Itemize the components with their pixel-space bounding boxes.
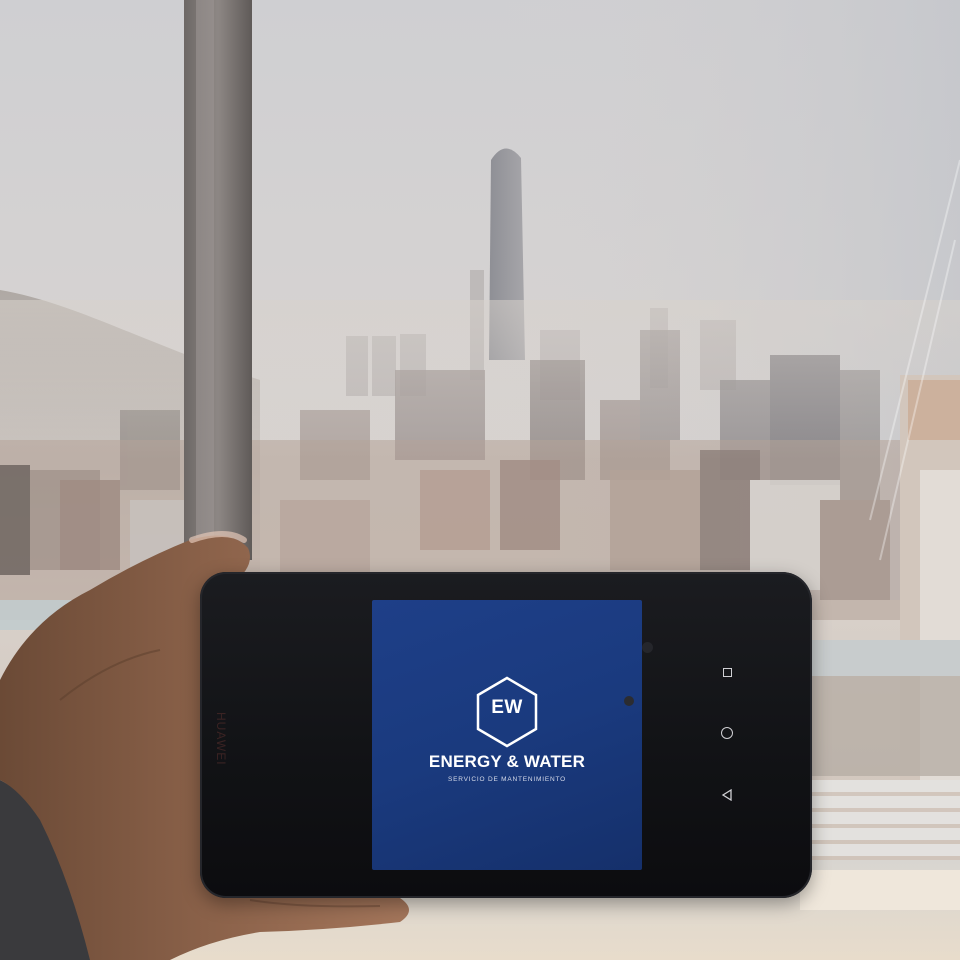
recent-apps-button[interactable] [716, 661, 738, 683]
photo-scene: HUAWEI EW ENERGY & WATER SERVICIO DE MAN… [0, 0, 960, 960]
logo-initials: EW [491, 697, 523, 718]
triangle-back-icon [721, 789, 732, 801]
square-icon [722, 667, 732, 677]
home-button[interactable] [716, 722, 738, 744]
circle-icon [721, 727, 733, 739]
company-tagline: SERVICIO DE MANTENIMIENTO [448, 776, 566, 783]
phone-screen[interactable]: EW ENERGY & WATER SERVICIO DE MANTENIMIE… [372, 600, 642, 870]
phone-brand-mark: HUAWEI [214, 712, 228, 766]
company-name: ENERGY & WATER [428, 752, 586, 771]
proximity-sensor-icon [624, 696, 634, 706]
back-button[interactable] [716, 784, 738, 806]
front-camera-icon [642, 642, 653, 653]
smartphone: HUAWEI EW ENERGY & WATER SERVICIO DE MAN… [200, 572, 812, 898]
